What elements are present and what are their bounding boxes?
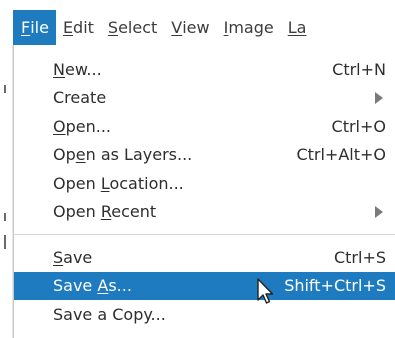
menu-item-open-location[interactable]: Open Location... [14,169,395,198]
menu-item-open-label: Open... [53,117,332,136]
open-recent-rest: ecent [111,202,157,222]
mouse-pointer-icon [257,278,274,304]
menu-item-create[interactable]: Create [14,84,395,113]
save-as-pre: Save [53,276,98,296]
open-location-rest: ocation... [109,173,184,193]
new-mnemonic: N [53,59,65,79]
save-as-mnemonic: A [97,276,109,296]
menu-item-open[interactable]: Open... Ctrl+O [14,112,395,141]
menu-item-open-as-layers[interactable]: Open as Layers... Ctrl+Alt+O [14,141,395,170]
open-rest: pen... [65,116,111,136]
menu-layer[interactable]: La [281,10,314,45]
save-mnemonic: S [53,247,64,267]
menu-item-new-shortcut: Ctrl+N [332,59,386,79]
menu-item-save[interactable]: Save Ctrl+S [14,243,395,272]
canvas-mark [4,213,6,221]
new-rest: ew... [64,59,102,79]
canvas-mark [4,85,6,93]
menu-layer-mnemonic: La [287,18,307,37]
menu-edit-mnemonic: E [62,18,74,37]
menu-top-padding [14,45,395,55]
save-rest: ave [63,247,93,267]
open-mnemonic: O [53,116,66,136]
menu-item-save-as-label: Save As... [53,276,284,295]
gimp-window: File Edit Select View Image La New... Ct… [0,0,395,338]
menu-select-rest: elect [118,18,158,37]
menu-item-open-as-layers-label: Open as Layers... [53,145,296,164]
submenu-arrow-icon [375,91,383,104]
menu-file-rest: ile [30,18,49,37]
menu-view-rest: iew [182,18,210,37]
create-pre: Create [53,88,107,108]
menu-file[interactable]: File [13,10,56,45]
menu-item-open-recent-label: Open Recent [53,202,375,221]
menu-item-save-as[interactable]: Save As... Shift+Ctrl+S [14,271,395,300]
menu-bar: File Edit Select View Image La [13,10,395,45]
save-a-copy-pre: Save a Copy... [53,304,166,324]
open-recent-pre: Open [53,202,101,222]
menu-item-new[interactable]: New... Ctrl+N [14,55,395,84]
submenu-arrow-icon [375,205,383,218]
menu-view-mnemonic: V [171,18,183,37]
menu-item-save-label: Save [53,248,334,267]
menu-item-save-a-copy-label: Save a Copy... [53,305,386,324]
menu-view[interactable]: View [164,10,216,45]
open-recent-mnemonic: R [100,202,112,222]
menu-item-open-recent[interactable]: Open Recent [14,198,395,227]
save-as-rest: s... [108,276,132,296]
menu-item-open-location-label: Open Location... [53,174,386,193]
menu-select-mnemonic: S [107,18,119,37]
open-as-layers-pre: Op [53,145,76,165]
open-as-layers-mnemonic: e [75,145,86,165]
menu-separator [14,234,395,235]
menu-edit[interactable]: Edit [56,10,101,45]
open-as-layers-rest: n as Layers... [85,145,193,165]
menu-edit-rest: dit [73,18,94,37]
menu-item-open-shortcut: Ctrl+O [331,116,386,136]
menu-file-mnemonic: F [21,18,31,37]
open-location-pre: Open [53,173,101,193]
menu-item-save-shortcut: Ctrl+S [333,247,386,267]
menu-image-rest: mage [228,18,274,37]
canvas-edge [0,45,13,338]
menu-item-save-as-shortcut: Shift+Ctrl+S [284,276,386,296]
file-menu-dropdown: New... Ctrl+N Create Open... Ctrl+O Open… [13,45,395,338]
canvas-mark [4,235,6,249]
menu-item-save-a-copy[interactable]: Save a Copy... [14,300,395,329]
menu-select[interactable]: Select [101,10,164,45]
menu-item-create-label: Create [53,88,375,107]
menu-item-new-label: New... [53,60,332,79]
menu-image[interactable]: Image [217,10,281,45]
menu-item-open-as-layers-shortcut: Ctrl+Alt+O [296,145,386,165]
